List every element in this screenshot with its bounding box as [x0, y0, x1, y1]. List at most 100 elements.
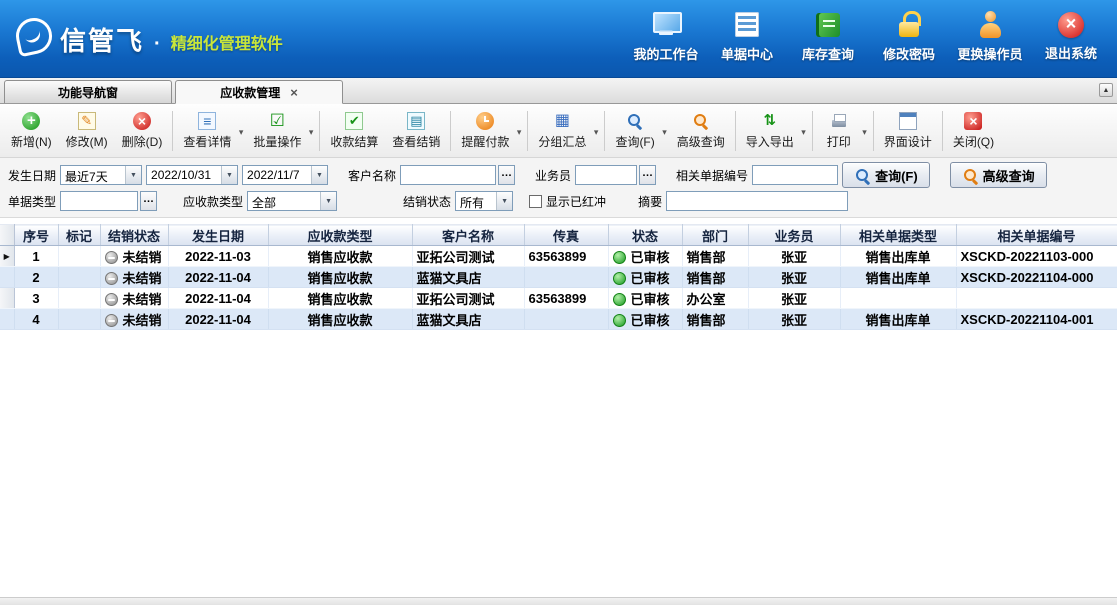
toolbar-button-label: 查看详情 — [183, 133, 231, 150]
show-red-label: 显示已红冲 — [546, 193, 606, 210]
tab-receivable-mgmt[interactable]: 应收款管理 — [175, 80, 343, 104]
column-header-related-doc-no[interactable]: 相关单据编号 — [956, 225, 1117, 246]
cell-status: 已审核 — [608, 309, 682, 330]
toolbar-button-label: 新增(N) — [11, 133, 52, 150]
table-row[interactable]: 3未结销2022-11-04销售应收款亚拓公司测试63563899已审核办公室张… — [0, 288, 1117, 309]
cell-mark — [58, 309, 100, 330]
salesman-input[interactable] — [575, 165, 637, 185]
dropdown-arrow-icon — [517, 124, 522, 138]
column-header-status[interactable]: 状态 — [608, 225, 682, 246]
data-grid: 序号标记结销状态发生日期应收款类型客户名称传真状态部门业务员相关单据类型相关单据… — [0, 224, 1117, 597]
customer-name-input[interactable] — [400, 165, 496, 185]
group-summary-button[interactable]: 分组汇总 — [531, 107, 601, 155]
cell-fax: 63563899 — [524, 288, 608, 309]
column-header-fax[interactable]: 传真 — [524, 225, 608, 246]
table-row[interactable]: 1未结销2022-11-03销售应收款亚拓公司测试63563899已审核销售部张… — [0, 246, 1117, 267]
receive-settle-button[interactable]: 收款结算 — [323, 107, 385, 155]
advanced-query-button[interactable]: 高级查询 — [670, 107, 732, 155]
column-header-salesman[interactable]: 业务员 — [748, 225, 840, 246]
chevron-down-icon — [221, 166, 237, 184]
column-header-mark[interactable]: 标记 — [58, 225, 100, 246]
toolbar-separator — [873, 111, 874, 151]
search-icon — [854, 167, 870, 183]
unsettled-status-icon — [105, 293, 118, 306]
nav-change-password[interactable]: 修改密码 — [875, 11, 943, 63]
tab-nav-window[interactable]: 功能导航窗 — [4, 80, 172, 103]
nav-inventory-query[interactable]: 库存查询 — [794, 11, 862, 63]
remind-pay-button[interactable]: 提醒付款 — [454, 107, 524, 155]
chevron-down-icon — [496, 192, 512, 210]
import-export-button[interactable]: 导入导出 — [739, 107, 809, 155]
cell-seq: 4 — [14, 309, 58, 330]
grid-header-row: 序号标记结销状态发生日期应收款类型客户名称传真状态部门业务员相关单据类型相关单据… — [0, 225, 1117, 246]
doc-type-lookup-button[interactable] — [140, 191, 157, 211]
tab-close-icon[interactable] — [290, 86, 298, 99]
cell-settle-status: 未结销 — [100, 309, 168, 330]
nav-doc-center[interactable]: 单据中心 — [713, 11, 781, 63]
toolbar-button-label: 分组汇总 — [538, 133, 586, 150]
settle-status-value: 所有 — [456, 192, 496, 210]
column-header-occur-date[interactable]: 发生日期 — [168, 225, 268, 246]
row-selector-cell[interactable] — [0, 246, 14, 267]
cell-status: 已审核 — [608, 267, 682, 288]
settle-icon — [345, 112, 363, 130]
table-row[interactable]: 4未结销2022-11-04销售应收款蓝猫文具店已审核销售部张亚销售出库单XSC… — [0, 309, 1117, 330]
query-button[interactable]: 查询(F) — [608, 107, 669, 155]
nav-my-workspace[interactable]: 我的工作台 — [632, 11, 700, 63]
cell-salesman: 张亚 — [748, 267, 840, 288]
column-header-customer-name[interactable]: 客户名称 — [412, 225, 524, 246]
row-selector-cell[interactable] — [0, 309, 14, 330]
add-button[interactable]: 新增(N) — [4, 107, 59, 155]
column-header-seq[interactable]: 序号 — [14, 225, 58, 246]
cell-receivable-type: 销售应收款 — [268, 246, 412, 267]
grid-corner-cell — [0, 225, 14, 246]
view-detail-button[interactable]: 查看详情 — [176, 107, 246, 155]
settle-status-select[interactable]: 所有 — [455, 191, 513, 211]
advanced-query-button[interactable]: 高级查询 — [950, 162, 1047, 188]
cell-occur-date: 2022-11-04 — [168, 267, 268, 288]
table-row[interactable]: 2未结销2022-11-04销售应收款蓝猫文具店已审核销售部张亚销售出库单XSC… — [0, 267, 1117, 288]
query-button[interactable]: 查询(F) — [842, 162, 930, 188]
column-header-receivable-type[interactable]: 应收款类型 — [268, 225, 412, 246]
delete-button[interactable]: 删除(D) — [115, 107, 170, 155]
grid-head: 序号标记结销状态发生日期应收款类型客户名称传真状态部门业务员相关单据类型相关单据… — [0, 225, 1117, 246]
status-bar — [0, 597, 1117, 605]
edit-button[interactable]: 修改(M) — [59, 107, 115, 155]
scroll-up-button[interactable] — [1099, 83, 1113, 97]
close-tab-button[interactable]: 关闭(Q) — [946, 107, 1001, 155]
row-selector-cell[interactable] — [0, 267, 14, 288]
cell-department: 销售部 — [682, 267, 748, 288]
salesman-lookup-button[interactable] — [639, 165, 656, 185]
summary-input[interactable] — [666, 191, 848, 211]
toolbar-separator — [604, 111, 605, 151]
column-header-department[interactable]: 部门 — [682, 225, 748, 246]
nav-switch-operator[interactable]: 更换操作员 — [956, 11, 1024, 63]
toolbar-button-label: 删除(D) — [122, 133, 163, 150]
date-range-select[interactable]: 最近7天 — [60, 165, 142, 185]
show-red-checkbox[interactable] — [529, 195, 542, 208]
date-from-picker[interactable]: 2022/10/31 — [146, 165, 238, 185]
cell-related-doc-no — [956, 288, 1117, 309]
doc-type-input[interactable] — [60, 191, 138, 211]
customer-lookup-button[interactable] — [498, 165, 515, 185]
cell-occur-date: 2022-11-04 — [168, 309, 268, 330]
column-header-settle-status[interactable]: 结销状态 — [100, 225, 168, 246]
view-settle-button[interactable]: 查看结销 — [385, 107, 447, 155]
related-doc-no-input[interactable] — [752, 165, 838, 185]
user-icon — [975, 11, 1005, 39]
batch-ops-button[interactable]: 批量操作 — [246, 107, 316, 155]
column-header-related-doc-type[interactable]: 相关单据类型 — [840, 225, 956, 246]
tab-label: 应收款管理 — [220, 84, 280, 101]
date-to-picker[interactable]: 2022/11/7 — [242, 165, 328, 185]
row-selector-cell[interactable] — [0, 288, 14, 309]
chevron-down-icon — [320, 192, 336, 210]
receivables-table: 序号标记结销状态发生日期应收款类型客户名称传真状态部门业务员相关单据类型相关单据… — [0, 224, 1117, 330]
print-button[interactable]: 打印 — [816, 107, 870, 155]
unsettled-status-icon — [105, 272, 118, 285]
receivable-type-select[interactable]: 全部 — [247, 191, 337, 211]
nav-exit-system[interactable]: 退出系统 — [1037, 11, 1105, 63]
viewsettle-icon — [407, 112, 425, 130]
ui-design-button[interactable]: 界面设计 — [877, 107, 939, 155]
cell-related-doc-no: XSCKD-20221104-000 — [956, 267, 1117, 288]
app-header: 信管飞 · 精细化管理软件 我的工作台单据中心库存查询修改密码更换操作员退出系统 — [0, 0, 1117, 78]
